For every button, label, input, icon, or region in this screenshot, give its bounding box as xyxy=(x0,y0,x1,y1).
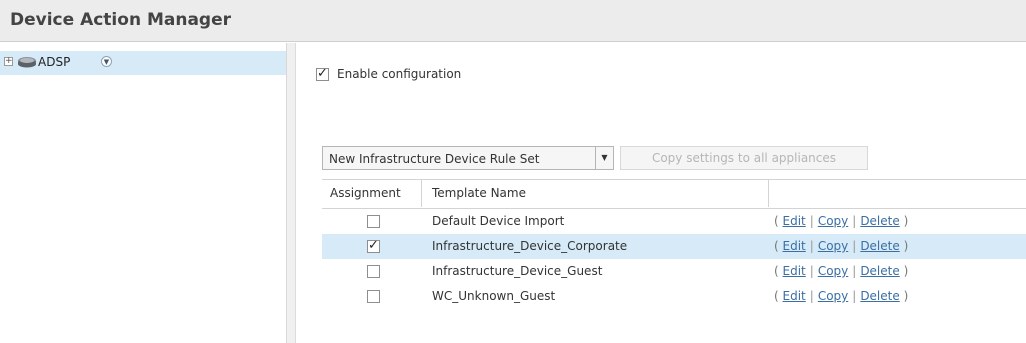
close-paren: ) xyxy=(903,289,909,303)
separator: | xyxy=(852,289,857,303)
column-header-template-name[interactable]: Template Name xyxy=(432,186,526,200)
assignment-checkbox[interactable] xyxy=(367,215,380,228)
table-row[interactable]: Default Device Import( Edit | Copy | Delete … xyxy=(322,209,1026,234)
tree-item-label: ADSP xyxy=(38,55,71,69)
open-paren: ( xyxy=(774,239,779,253)
enable-configuration-checkbox[interactable] xyxy=(316,66,329,81)
separator: | xyxy=(852,264,857,278)
panel-splitter[interactable] xyxy=(287,43,296,343)
column-divider xyxy=(421,180,422,207)
edit-link[interactable]: Edit xyxy=(783,264,806,278)
table-row[interactable]: Infrastructure_Device_Corporate( Edit|Co… xyxy=(322,234,1026,259)
close-paren: ) xyxy=(903,264,909,278)
edit-link[interactable]: Edit xyxy=(783,214,806,228)
column-divider xyxy=(768,180,769,207)
delete-link[interactable]: Delete xyxy=(860,214,899,228)
open-paren: ( xyxy=(774,289,779,303)
new-rule-set-label: New Infrastructure Device Rule Set xyxy=(329,152,540,166)
template-table: Assignment Template Name Default Device … xyxy=(322,179,1026,309)
copy-link[interactable]: Copy xyxy=(818,264,848,278)
edit-link[interactable]: Edit xyxy=(783,239,806,253)
chevron-down-icon[interactable]: ▼ xyxy=(101,56,112,67)
title-bar: Device Action Manager xyxy=(0,0,1026,42)
template-name: WC_Unknown_Guest xyxy=(432,289,556,303)
delete-link[interactable]: Delete xyxy=(860,264,899,278)
enable-configuration-label: Enable configuration xyxy=(337,67,462,81)
copy-link[interactable]: Copy xyxy=(818,239,848,253)
row-actions: ( Edit | Copy | Delete ) xyxy=(774,239,908,253)
table-header: Assignment Template Name xyxy=(322,179,1026,209)
delete-link[interactable]: Delete xyxy=(860,239,899,253)
separator: | xyxy=(809,239,814,253)
table-row[interactable]: Infrastructure_Device_Guest( Edit | Copy | D… xyxy=(322,259,1026,284)
separator: | xyxy=(852,214,857,228)
separator: | xyxy=(809,214,814,228)
edit-link[interactable]: Edit xyxy=(783,289,806,303)
template-name: Infrastructure_Device_Corporate xyxy=(432,239,628,253)
page-title: Device Action Manager xyxy=(10,10,232,30)
assignment-checkbox[interactable] xyxy=(367,265,380,278)
row-actions: ( Edit | Copy | Delete ) xyxy=(774,289,908,303)
assignment-checkbox[interactable] xyxy=(367,290,380,303)
copy-link[interactable]: Copy xyxy=(818,289,848,303)
assignment-checkbox[interactable] xyxy=(367,238,380,253)
separator: | xyxy=(852,239,857,253)
expand-icon[interactable]: + xyxy=(4,57,13,66)
column-header-assignment[interactable]: Assignment xyxy=(330,186,401,200)
appliance-icon xyxy=(18,57,36,68)
template-name: Default Device Import xyxy=(432,214,565,228)
copy-link[interactable]: Copy xyxy=(818,214,848,228)
table-row[interactable]: WC_Unknown_Guest( Edit | Copy | Delete ) xyxy=(322,284,1026,309)
delete-link[interactable]: Delete xyxy=(860,289,899,303)
open-paren: ( xyxy=(774,214,779,228)
template-name: Infrastructure_Device_Guest xyxy=(432,264,603,278)
new-rule-set-button[interactable]: New Infrastructure Device Rule Set ▼ xyxy=(322,146,614,170)
chevron-down-icon[interactable]: ▼ xyxy=(595,147,613,169)
separator: | xyxy=(809,289,814,303)
device-tree-panel: + ADSP ▼ xyxy=(0,43,287,343)
separator: | xyxy=(809,264,814,278)
close-paren: ) xyxy=(903,239,909,253)
copy-settings-button: Copy settings to all appliances xyxy=(620,146,868,170)
close-paren: ) xyxy=(903,214,909,228)
row-actions: ( Edit | Copy | Delete ) xyxy=(774,264,908,278)
tree-item-adsp[interactable]: + ADSP ▼ xyxy=(0,51,286,75)
open-paren: ( xyxy=(774,264,779,278)
row-actions: ( Edit | Copy | Delete ) xyxy=(774,214,908,228)
